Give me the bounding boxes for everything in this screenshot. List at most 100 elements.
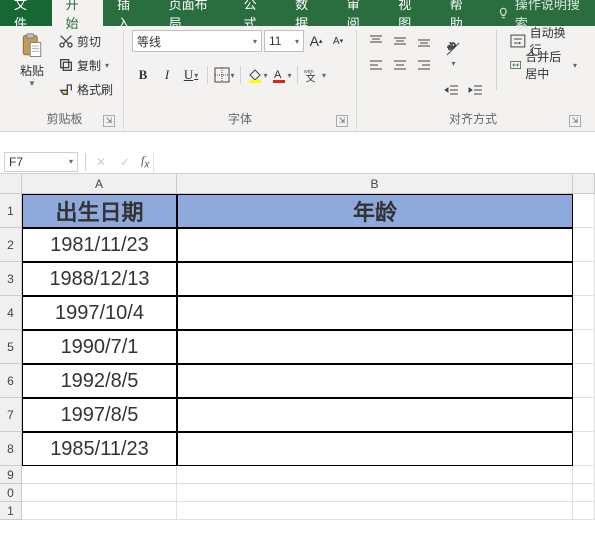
name-box[interactable]: F7 ▾ (4, 152, 78, 172)
fill-color-button[interactable]: ▾ (246, 64, 268, 86)
row-header[interactable]: 7 (0, 398, 22, 432)
cell[interactable] (573, 364, 595, 398)
borders-button[interactable]: ▾ (213, 64, 235, 86)
select-all-corner[interactable] (0, 174, 22, 194)
cell[interactable] (22, 484, 177, 502)
row-header[interactable]: 4 (0, 296, 22, 330)
row-header[interactable]: 2 (0, 228, 22, 262)
row-header[interactable]: 1 (0, 502, 22, 520)
svg-text:文: 文 (306, 71, 316, 83)
column-header-c[interactable] (573, 174, 595, 194)
cancel-formula-button[interactable]: ✕ (89, 155, 113, 169)
increase-indent-button[interactable] (465, 80, 487, 102)
cell-a2[interactable]: 1981/11/23 (22, 228, 177, 262)
tab-home[interactable]: 开始 (52, 0, 104, 26)
cell[interactable] (573, 194, 595, 228)
align-center-button[interactable] (389, 54, 411, 76)
format-painter-button[interactable]: 格式刷 (56, 78, 115, 100)
row-header[interactable]: 0 (0, 484, 22, 502)
align-middle-button[interactable] (389, 30, 411, 52)
tab-help[interactable]: 帮助 (436, 0, 488, 26)
cell-a7[interactable]: 1997/8/5 (22, 398, 177, 432)
cell[interactable] (573, 502, 595, 520)
cell[interactable] (573, 228, 595, 262)
copy-button[interactable]: 复制 ▾ (56, 54, 115, 76)
enter-formula-button[interactable]: ✓ (113, 155, 137, 169)
tab-data[interactable]: 数据 (281, 0, 333, 26)
cell-b3[interactable] (177, 262, 573, 296)
cell[interactable] (573, 484, 595, 502)
font-color-button[interactable]: A ▾ (270, 64, 292, 86)
tab-formulas[interactable]: 公式 (230, 0, 282, 26)
cell-a1[interactable]: 出生日期 (22, 194, 177, 228)
cell[interactable] (573, 466, 595, 484)
orientation-button[interactable]: ab ▾ (441, 30, 465, 76)
underline-button[interactable]: U▾ (180, 64, 202, 86)
clipboard-launcher[interactable]: ⇲ (103, 115, 115, 127)
font-size-select[interactable]: 11 ▾ (264, 30, 304, 52)
spreadsheet-grid[interactable]: A B 1 出生日期 年龄 2 1981/11/23 3 1988/12/13 … (0, 174, 595, 520)
align-right-button[interactable] (413, 54, 435, 76)
group-alignment: ab ▾ 自动换行 合并后居中 ▾ (357, 30, 589, 131)
cell[interactable] (573, 432, 595, 466)
phonetic-guide-button[interactable]: wén文 ▾ (303, 64, 326, 86)
cell-b7[interactable] (177, 398, 573, 432)
font-launcher[interactable]: ⇲ (336, 115, 348, 127)
cell-b8[interactable] (177, 432, 573, 466)
column-header-a[interactable]: A (22, 174, 177, 194)
alignment-launcher[interactable]: ⇲ (569, 115, 581, 127)
tell-me-search[interactable]: 操作说明搜索 (487, 0, 595, 26)
cell[interactable] (177, 466, 573, 484)
cell[interactable] (22, 466, 177, 484)
cell[interactable] (573, 262, 595, 296)
column-header-b[interactable]: B (177, 174, 573, 194)
cell-b5[interactable] (177, 330, 573, 364)
group-font: 等线 ▾ 11 ▾ A▴ A▾ B I U▾ ▾ (124, 30, 357, 131)
row-header[interactable]: 9 (0, 466, 22, 484)
cell[interactable] (573, 398, 595, 432)
cell-b6[interactable] (177, 364, 573, 398)
fx-icon[interactable]: fx (137, 153, 153, 170)
cell-b2[interactable] (177, 228, 573, 262)
row-header[interactable]: 5 (0, 330, 22, 364)
cell[interactable] (573, 296, 595, 330)
tab-file[interactable]: 文件 (0, 0, 52, 26)
shrink-font-button[interactable]: A▾ (328, 30, 348, 52)
group-clipboard-label: 剪贴板 ⇲ (14, 108, 115, 129)
align-top-button[interactable] (365, 30, 387, 52)
merge-center-button[interactable]: 合并后居中 ▾ (506, 54, 581, 76)
formula-bar-input[interactable] (153, 152, 595, 172)
cell-a3[interactable]: 1988/12/13 (22, 262, 177, 296)
paste-button[interactable]: 粘贴 ▼ (14, 30, 50, 88)
font-name-select[interactable]: 等线 ▾ (132, 30, 262, 52)
row-header[interactable]: 8 (0, 432, 22, 466)
cell-a5[interactable]: 1990/7/1 (22, 330, 177, 364)
tab-page-layout[interactable]: 页面布局 (155, 0, 230, 26)
bold-button[interactable]: B (132, 64, 154, 86)
cell-a4[interactable]: 1997/10/4 (22, 296, 177, 330)
tab-view[interactable]: 视图 (384, 0, 436, 26)
paste-label: 粘贴 (20, 62, 44, 79)
align-left-button[interactable] (365, 54, 387, 76)
font-name-value: 等线 (137, 33, 161, 50)
row-header[interactable]: 3 (0, 262, 22, 296)
cell-a6[interactable]: 1992/8/5 (22, 364, 177, 398)
cut-button[interactable]: 剪切 (56, 30, 115, 52)
chevron-down-icon: ▼ (28, 79, 36, 88)
cell-b1[interactable]: 年龄 (177, 194, 573, 228)
grow-font-button[interactable]: A▴ (306, 30, 326, 52)
cell-a8[interactable]: 1985/11/23 (22, 432, 177, 466)
row-header[interactable]: 6 (0, 364, 22, 398)
cell[interactable] (177, 484, 573, 502)
chevron-down-icon: ▾ (295, 37, 299, 46)
tab-insert[interactable]: 插入 (103, 0, 155, 26)
align-bottom-button[interactable] (413, 30, 435, 52)
row-header[interactable]: 1 (0, 194, 22, 228)
decrease-indent-button[interactable] (441, 80, 463, 102)
italic-button[interactable]: I (156, 64, 178, 86)
cell-b4[interactable] (177, 296, 573, 330)
tab-review[interactable]: 审阅 (333, 0, 385, 26)
cell[interactable] (573, 330, 595, 364)
cell[interactable] (22, 502, 177, 520)
cell[interactable] (177, 502, 573, 520)
